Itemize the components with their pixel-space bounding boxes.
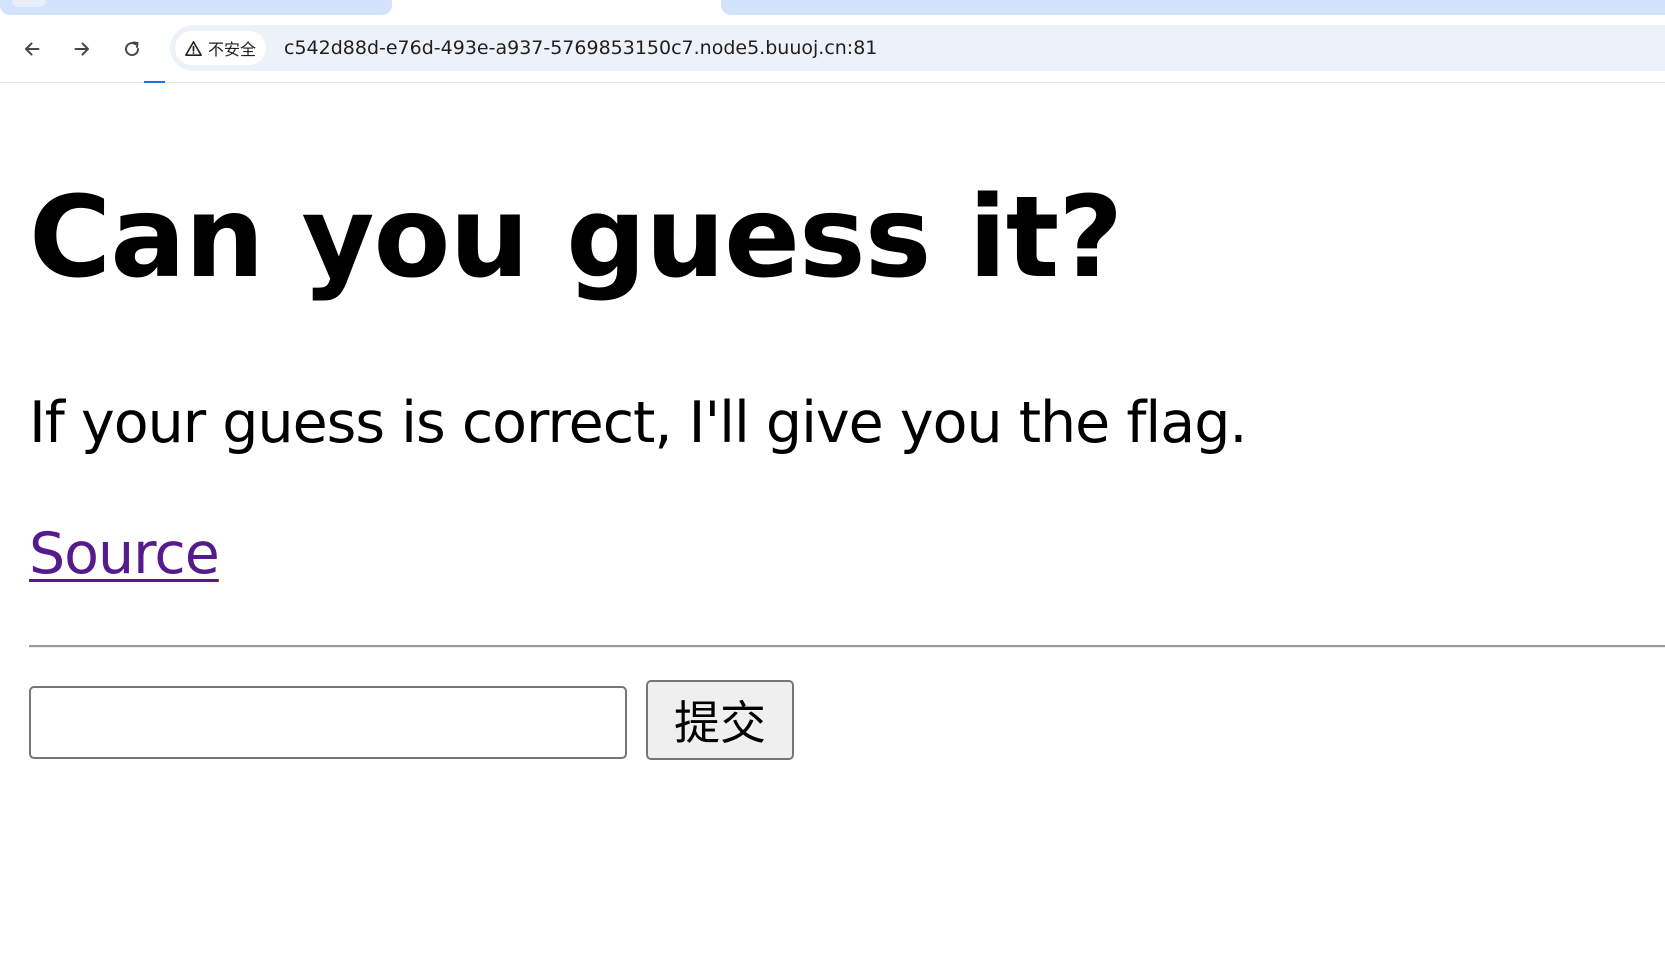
submit-button[interactable]: 提交 bbox=[646, 680, 794, 760]
tab-focus-indicator bbox=[144, 81, 165, 83]
horizontal-rule bbox=[29, 645, 1665, 648]
browser-tab-right[interactable] bbox=[721, 0, 1665, 15]
security-chip[interactable]: 不安全 bbox=[175, 31, 267, 65]
page-subtitle: If your guess is correct, I'll give you … bbox=[29, 390, 1247, 456]
arrow-right-icon bbox=[74, 42, 89, 56]
page-title: Can you guess it? bbox=[29, 173, 1123, 303]
browser-tab-left[interactable] bbox=[0, 0, 392, 15]
browser-toolbar: 不安全 c542d88d-e76d-493e-a937-5769853150c7… bbox=[0, 16, 1665, 83]
url-text[interactable]: c542d88d-e76d-493e-a937-5769853150c7.nod… bbox=[284, 37, 877, 59]
arrow-left-icon bbox=[25, 42, 40, 56]
tab-strip bbox=[0, 0, 1665, 16]
address-bar[interactable]: 不安全 c542d88d-e76d-493e-a937-5769853150c7… bbox=[170, 25, 1665, 71]
back-button[interactable] bbox=[15, 32, 49, 66]
tab-favicon-area bbox=[12, 0, 46, 7]
forward-button[interactable] bbox=[65, 32, 99, 66]
reload-button[interactable] bbox=[115, 32, 149, 66]
reload-icon bbox=[125, 41, 140, 57]
warning-triangle-icon bbox=[185, 40, 202, 56]
source-link[interactable]: Source bbox=[29, 519, 220, 589]
guess-input[interactable] bbox=[29, 686, 627, 759]
security-label: 不安全 bbox=[208, 40, 257, 59]
